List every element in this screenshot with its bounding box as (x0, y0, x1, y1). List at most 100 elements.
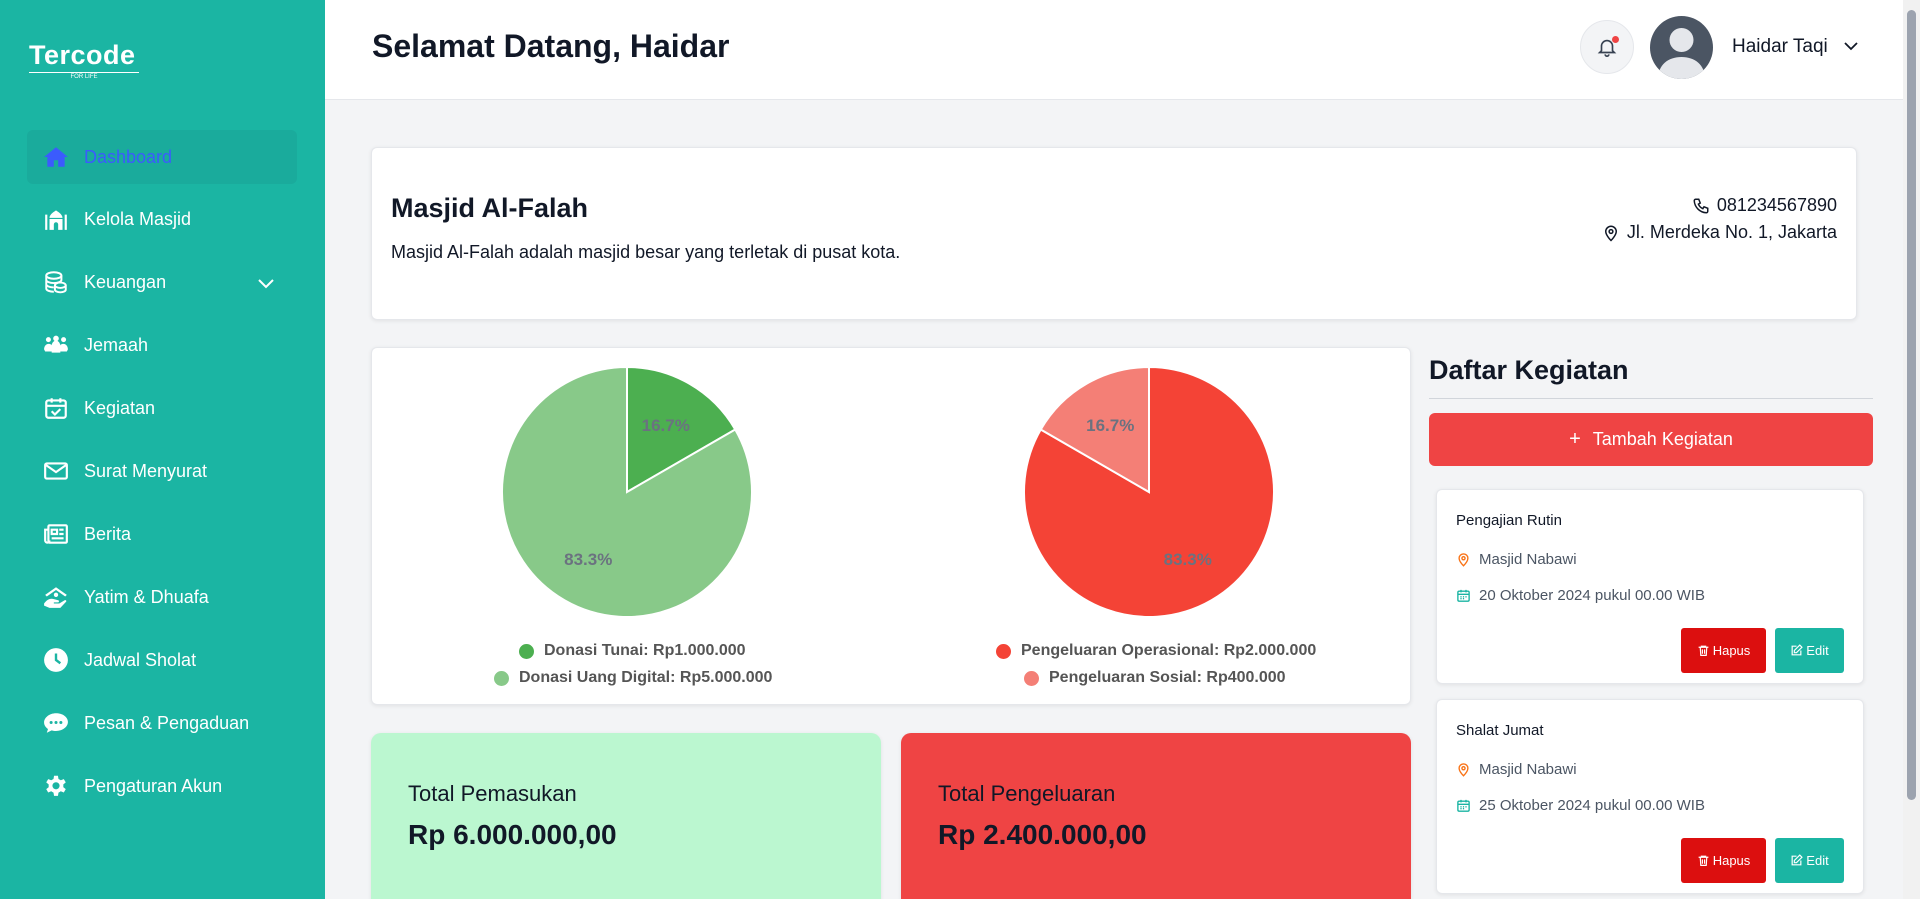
sidebar-item-pengaturan-akun[interactable]: Pengaturan Akun (27, 759, 297, 813)
sidebar-item-label: Jemaah (84, 334, 149, 355)
activity-name: Pengajian Rutin (1456, 512, 1562, 529)
location-pin-icon (1604, 225, 1617, 242)
legend-swatch (494, 670, 509, 686)
edit-label: Edit (1806, 643, 1829, 658)
total-expense-value: Rp 2.400.000,00 (938, 819, 1147, 850)
chevron-down-icon[interactable] (1843, 39, 1859, 57)
delete-button[interactable]: Hapus (1681, 628, 1766, 673)
legend-label: Donasi Tunai: Rp1.000.000 (544, 642, 746, 659)
avatar[interactable] (1650, 16, 1713, 79)
legend-item[interactable]: Pengeluaran Operasional: Rp2.000.000 (996, 642, 1316, 660)
calendar-check-icon (42, 394, 70, 422)
sidebar-item-label: Pesan & Pengaduan (84, 712, 250, 733)
finance-chart-card: 16.7% 83.3% Donasi Tunai: Rp1.000.000 Don… (371, 347, 1411, 705)
sidebar-item-label: Jadwal Sholat (84, 649, 197, 670)
activity-location: Masjid Nabawi (1456, 551, 1577, 568)
sidebar-item-label: Kegiatan (84, 397, 156, 418)
activity-location: Masjid Nabawi (1456, 761, 1577, 778)
sidebar-item-yatim-dhuafa[interactable]: Yatim & Dhuafa (27, 570, 297, 624)
legend-item[interactable]: Donasi Tunai: Rp1.000.000 (519, 642, 746, 660)
edit-icon (1791, 644, 1804, 656)
activities-title: Daftar Kegiatan (1429, 355, 1629, 385)
sidebar-item-berita[interactable]: Berita (27, 507, 297, 561)
location-pin-icon (1458, 763, 1469, 777)
sidebar-item-label: Berita (84, 523, 132, 544)
total-income-value: Rp 6.000.000,00 (408, 819, 617, 850)
app-logo[interactable]: Tercode FOR LIFE (29, 40, 139, 80)
page-scrollbar[interactable] (1903, 0, 1920, 899)
legend-swatch (519, 643, 534, 659)
sidebar-item-label: Dashboard (84, 146, 173, 167)
edit-label: Edit (1806, 853, 1829, 868)
notification-button[interactable] (1580, 20, 1634, 74)
plus-icon: + (1569, 428, 1581, 450)
sidebar-item-kelola-masjid[interactable]: Kelola Masjid (27, 192, 297, 246)
total-income-label: Total Pemasukan (408, 781, 577, 806)
pie-percent-label: 16.7% (642, 416, 690, 435)
scrollbar-thumb[interactable] (1907, 10, 1916, 800)
sidebar-item-dashboard[interactable]: Dashboard (27, 130, 297, 184)
chevron-down-icon[interactable] (257, 274, 275, 295)
sidebar-item-jadwal-sholat[interactable]: Jadwal Sholat (27, 633, 297, 687)
legend-item[interactable]: Donasi Uang Digital: Rp5.000.000 (494, 669, 772, 687)
sidebar-item-label: Surat Menyurat (84, 460, 208, 481)
legend-label: Pengeluaran Sosial: Rp400.000 (1049, 669, 1286, 686)
charity-hands-icon (42, 583, 70, 611)
activity-card: Shalat Jumat Masjid Nabawi 25 Oktober 20… (1436, 699, 1864, 894)
activity-card: Pengajian Rutin Masjid Nabawi 20 Oktober… (1436, 489, 1864, 684)
phone-icon (1693, 198, 1709, 214)
sidebar-item-pesan-pengaduan[interactable]: Pesan & Pengaduan (27, 696, 297, 750)
pie-percent-label: 83.3% (564, 550, 612, 569)
total-income-card: Total Pemasukan Rp 6.000.000,00 (371, 733, 881, 899)
sidebar-item-kegiatan[interactable]: Kegiatan (27, 381, 297, 435)
activity-location-text: Masjid Nabawi (1479, 551, 1577, 568)
page-title: Selamat Datang, Haidar (372, 28, 730, 64)
delete-label: Hapus (1712, 643, 1751, 658)
legend-label: Pengeluaran Operasional: Rp2.000.000 (1021, 642, 1317, 659)
logo-tagline: FOR LIFE (29, 72, 139, 80)
sidebar-item-label: Kelola Masjid (84, 208, 192, 229)
sidebar-item-surat-menyurat[interactable]: Surat Menyurat (27, 444, 297, 498)
top-header: Selamat Datang, Haidar Haidar Taqi (325, 0, 1920, 100)
chat-bubble-icon (42, 709, 70, 737)
sidebar: Tercode FOR LIFE Dashboard Kelola Masjid… (0, 0, 325, 899)
mosque-description: Masjid Al-Falah adalah masjid besar yang… (391, 242, 901, 262)
user-silhouette-icon (1658, 28, 1705, 79)
sidebar-item-label: Keuangan (84, 271, 167, 292)
activity-datetime: 20 Oktober 2024 pukul 00.00 WIB (1456, 587, 1705, 604)
income-pie-chart: 16.7% 83.3% (501, 365, 753, 618)
coins-icon (42, 268, 70, 296)
gear-icon (42, 772, 70, 800)
trash-icon (1698, 645, 1709, 656)
calendar-icon (1457, 799, 1470, 812)
trash-icon (1698, 855, 1709, 866)
activity-location-text: Masjid Nabawi (1479, 761, 1577, 778)
mosque-phone-text: 081234567890 (1716, 195, 1837, 215)
logo-text: Tercode (29, 40, 136, 70)
legend-item[interactable]: Pengeluaran Sosial: Rp400.000 (1024, 669, 1286, 687)
user-name[interactable]: Haidar Taqi (1732, 36, 1828, 58)
location-pin-icon (1458, 553, 1469, 567)
notification-dot (1612, 36, 1619, 43)
calendar-icon (1457, 589, 1470, 602)
mosque-name: Masjid Al-Falah (391, 193, 589, 223)
mosque-phone: 081234567890 (1692, 195, 1837, 216)
add-activity-button[interactable]: + Tambah Kegiatan (1429, 413, 1873, 466)
delete-button[interactable]: Hapus (1681, 838, 1766, 883)
sidebar-item-jemaah[interactable]: Jemaah (27, 318, 297, 372)
activity-datetime-text: 20 Oktober 2024 pukul 00.00 WIB (1479, 587, 1705, 604)
sidebar-item-label: Yatim & Dhuafa (84, 586, 209, 607)
pie-percent-label: 83.3% (1164, 550, 1212, 569)
envelope-icon (42, 457, 70, 485)
newspaper-icon (42, 520, 70, 548)
legend-swatch (1024, 670, 1039, 686)
people-icon (42, 331, 70, 359)
sidebar-item-keuangan[interactable]: Keuangan (27, 255, 297, 309)
edit-button[interactable]: Edit (1775, 838, 1844, 883)
mosque-address-text: Jl. Merdeka No. 1, Jakarta (1626, 222, 1837, 242)
home-icon (42, 143, 70, 171)
legend-label: Donasi Uang Digital: Rp5.000.000 (519, 669, 773, 686)
edit-button[interactable]: Edit (1775, 628, 1844, 673)
clock-icon (42, 646, 70, 674)
activity-datetime-text: 25 Oktober 2024 pukul 00.00 WIB (1479, 797, 1705, 814)
